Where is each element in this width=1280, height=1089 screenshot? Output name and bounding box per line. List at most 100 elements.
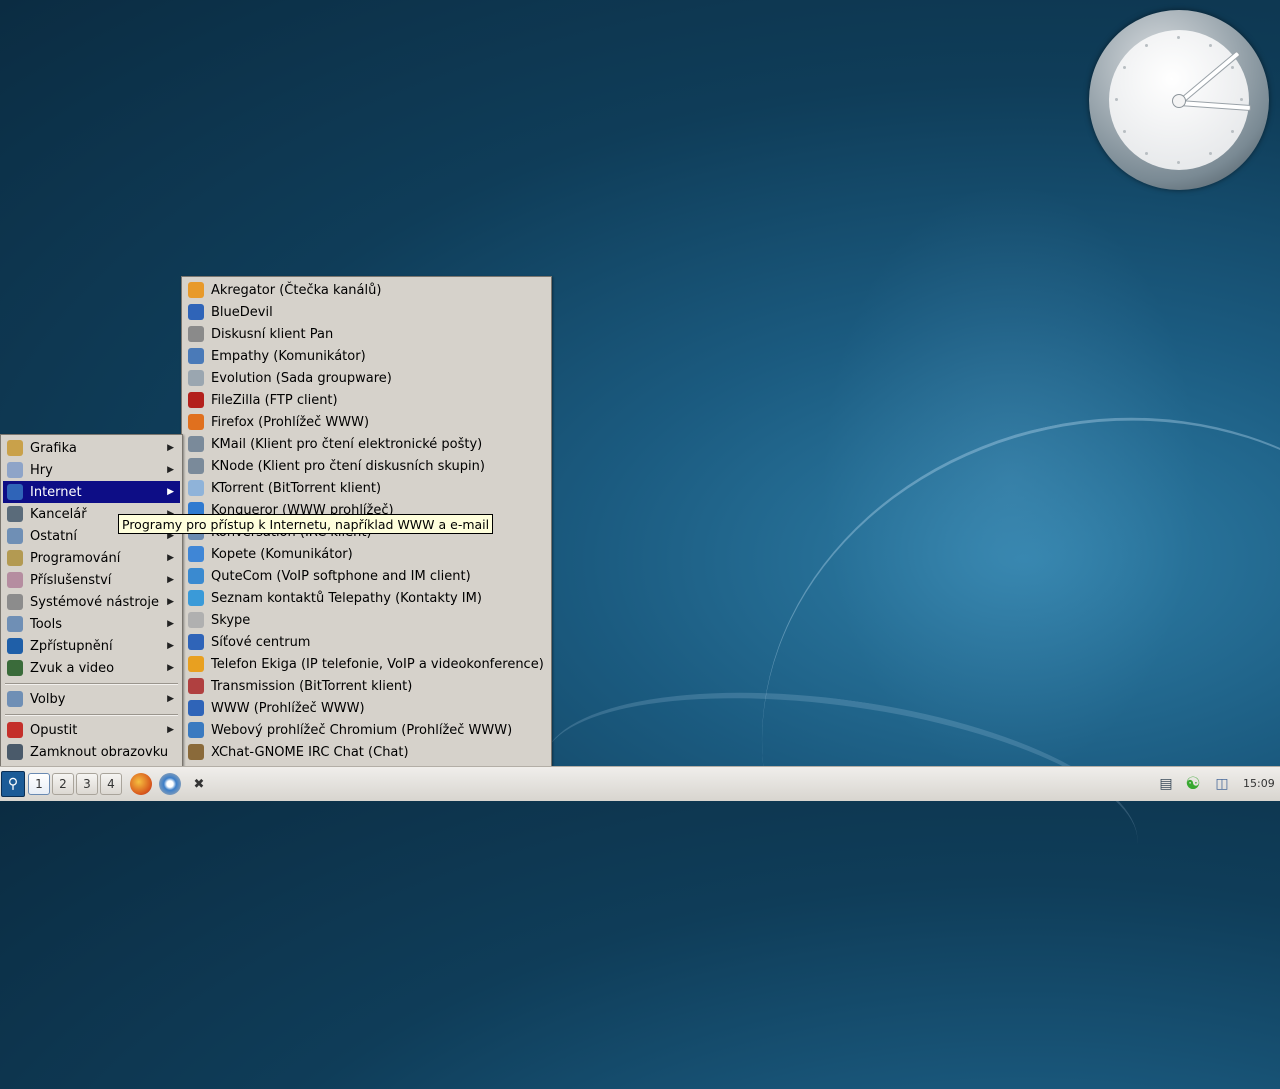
menu-item-label: Kopete (Komunikátor) — [211, 546, 353, 562]
empathy-icon — [188, 348, 204, 364]
clock-tick — [1177, 36, 1180, 39]
ktorrent-icon — [188, 480, 204, 496]
other-icon — [7, 528, 23, 544]
app-item-knode-klient-pro-cteni-diskusn[interactable]: KNode (Klient pro čtení diskusních skupi… — [184, 455, 549, 477]
tools-launcher-icon[interactable]: ✖ — [188, 773, 210, 795]
desktop-switch-3[interactable]: 3 — [76, 773, 98, 795]
menu-item-grafika[interactable]: Grafika ▶ — [3, 437, 180, 459]
menu-item-label: XChat-GNOME IRC Chat (Chat) — [211, 744, 409, 760]
submenu-arrow-icon: ▶ — [167, 619, 174, 629]
logout-icon — [7, 722, 23, 738]
app-item-kopete-komunikator[interactable]: Kopete (Komunikátor) — [184, 543, 549, 565]
desktop-label: 2 — [59, 777, 67, 791]
accessibility-icon — [7, 638, 23, 654]
desktop-switch-1[interactable]: 1 — [28, 773, 50, 795]
app-item-seznam-kontaktu-telepathy-kont[interactable]: Seznam kontaktů Telepathy (Kontakty IM) — [184, 587, 549, 609]
firefox-icon — [188, 414, 204, 430]
clock-tick — [1145, 152, 1148, 155]
menu-item-opustit[interactable]: Opustit ▶ — [3, 719, 180, 741]
kopete-icon — [188, 546, 204, 562]
app-item-qutecom-voip-softphone-and-im-[interactable]: QuteCom (VoIP softphone and IM client) — [184, 565, 549, 587]
submenu-arrow-icon: ▶ — [167, 663, 174, 673]
app-item-sitove-centrum[interactable]: Síťové centrum — [184, 631, 549, 653]
app-item-telefon-ekiga-ip-telefonie-voi[interactable]: Telefon Ekiga (IP telefonie, VoIP a vide… — [184, 653, 549, 675]
wifi-signal-icon[interactable]: ☯ — [1183, 774, 1203, 794]
taskbar: ⚲ 1 2 3 4 ✖ ▤ ☯ ◫ 15:09 — [0, 766, 1280, 801]
launcher-search-icon: ⚲ — [7, 776, 19, 792]
menu-item-hry[interactable]: Hry ▶ — [3, 459, 180, 481]
app-item-filezilla-ftp-client[interactable]: FileZilla (FTP client) — [184, 389, 549, 411]
app-item-transmission-bittorrent-klient[interactable]: Transmission (BitTorrent klient) — [184, 675, 549, 697]
app-item-bluedevil[interactable]: BlueDevil — [184, 301, 549, 323]
app-item-ktorrent-bittorrent-klient[interactable]: KTorrent (BitTorrent klient) — [184, 477, 549, 499]
bluetooth-icon — [188, 304, 204, 320]
menu-item-label: Programování — [30, 550, 121, 566]
menu-item-volby[interactable]: Volby ▶ — [3, 688, 180, 710]
menu-item-label: Transmission (BitTorrent klient) — [211, 678, 413, 694]
menu-item-label: Evolution (Sada groupware) — [211, 370, 392, 386]
menu-item-label: Skype — [211, 612, 251, 628]
menu-item-label: Zamknout obrazovku — [30, 744, 169, 760]
firefox-launcher-icon[interactable] — [130, 773, 152, 795]
submenu-arrow-icon: ▶ — [167, 575, 174, 585]
app-item-empathy-komunikator[interactable]: Empathy (Komunikátor) — [184, 345, 549, 367]
menu-item-programovani[interactable]: Programování ▶ — [3, 547, 180, 569]
clock-tick — [1231, 66, 1234, 69]
menu-item-label: Akregator (Čtečka kanálů) — [211, 282, 382, 298]
knode-icon — [188, 458, 204, 474]
akregator-icon — [188, 282, 204, 298]
clipboard-icon[interactable]: ▤ — [1156, 774, 1176, 794]
submenu-arrow-icon: ▶ — [167, 694, 174, 704]
desktop-switch-2[interactable]: 2 — [52, 773, 74, 795]
app-item-akregator-ctecka-kanalu[interactable]: Akregator (Čtečka kanálů) — [184, 279, 549, 301]
telepathy-icon — [188, 590, 204, 606]
menu-item-label: FileZilla (FTP client) — [211, 392, 338, 408]
menu-item-label: Zvuk a video — [30, 660, 115, 676]
application-launcher-button[interactable]: ⚲ — [1, 771, 25, 797]
taskbar-clock[interactable]: 15:09 — [1243, 777, 1275, 790]
menu-item-label: Webový prohlížeč Chromium (Prohlížeč WWW… — [211, 722, 513, 738]
menu-item-zpristupneni[interactable]: Zpřístupnění ▶ — [3, 635, 180, 657]
menu-item-label: Telefon Ekiga (IP telefonie, VoIP a vide… — [211, 656, 544, 672]
www-globe-icon — [188, 700, 204, 716]
submenu-arrow-icon: ▶ — [167, 641, 174, 651]
menu-item-label: Hry — [30, 462, 53, 478]
menu-item-label: Diskusní klient Pan — [211, 326, 334, 342]
desktop-switch-4[interactable]: 4 — [100, 773, 122, 795]
clock-tick — [1209, 44, 1212, 47]
clock-tick — [1145, 44, 1148, 47]
analog-clock-widget[interactable] — [1089, 10, 1269, 190]
clock-tick — [1177, 161, 1180, 164]
app-item-evolution-sada-groupware[interactable]: Evolution (Sada groupware) — [184, 367, 549, 389]
desktop-label: 1 — [35, 777, 43, 791]
menu-item-internet[interactable]: Internet ▶ — [3, 481, 180, 503]
menu-item-zvuk-a-video[interactable]: Zvuk a video ▶ — [3, 657, 180, 679]
menu-item-systemove-nastroje[interactable]: Systémové nástroje ▶ — [3, 591, 180, 613]
desktop-label: 3 — [83, 777, 91, 791]
multimedia-icon — [7, 660, 23, 676]
network-center-icon — [188, 634, 204, 650]
menu-separator — [5, 683, 178, 685]
menu-item-label: Zpřístupnění — [30, 638, 113, 654]
clock-tick — [1240, 98, 1243, 101]
app-item-www-prohlizec-www[interactable]: WWW (Prohlížeč WWW) — [184, 697, 549, 719]
games-icon — [7, 462, 23, 478]
app-item-diskusni-klient-pan[interactable]: Diskusní klient Pan — [184, 323, 549, 345]
network-status-icon[interactable]: ◫ — [1212, 774, 1232, 794]
menu-item-label: Tools — [30, 616, 63, 632]
menu-item-label: Kancelář — [30, 506, 87, 522]
app-item-xchat-gnome-irc-chat-chat[interactable]: XChat-GNOME IRC Chat (Chat) — [184, 741, 549, 763]
menu-item-label: Ostatní — [30, 528, 78, 544]
menu-item-prislusenstvi[interactable]: Příslušenství ▶ — [3, 569, 180, 591]
settings-icon — [7, 691, 23, 707]
submenu-arrow-icon: ▶ — [167, 487, 174, 497]
app-item-webovy-prohlizec-chromium-proh[interactable]: Webový prohlížeč Chromium (Prohlížeč WWW… — [184, 719, 549, 741]
menu-item-tools[interactable]: Tools ▶ — [3, 613, 180, 635]
clock-tick — [1123, 66, 1126, 69]
app-item-kmail-klient-pro-cteni-elektro[interactable]: KMail (Klient pro čtení elektronické poš… — [184, 433, 549, 455]
app-item-skype[interactable]: Skype — [184, 609, 549, 631]
app-item-firefox-prohlizec-www[interactable]: Firefox (Prohlížeč WWW) — [184, 411, 549, 433]
skype-icon — [188, 612, 204, 628]
chromium-launcher-icon[interactable] — [159, 773, 181, 795]
menu-item-lock-screen[interactable]: Zamknout obrazovku — [3, 741, 180, 763]
